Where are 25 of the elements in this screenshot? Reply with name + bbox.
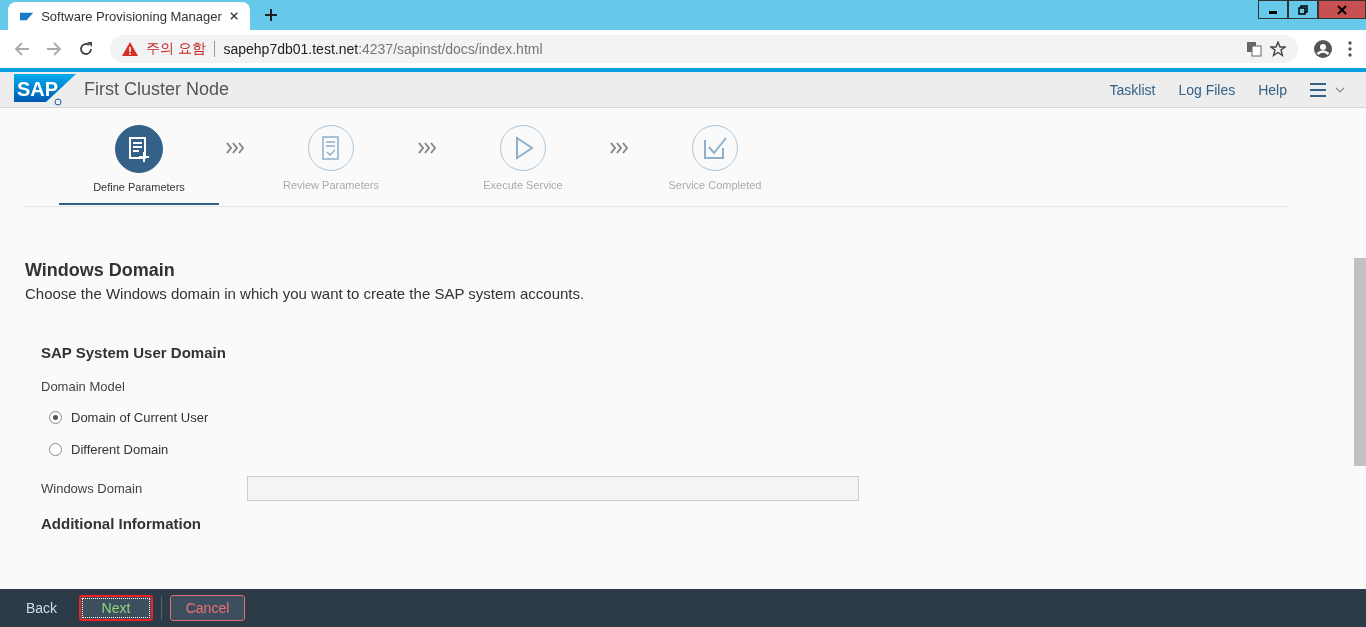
- group-title: Additional Information: [41, 515, 202, 532]
- step-label: Review Parameters: [283, 179, 379, 191]
- step-label: Service Completed: [668, 179, 762, 191]
- tab-title: Software Provisioning Manager: [41, 8, 222, 24]
- app-title: First Cluster Node: [84, 79, 230, 100]
- group-title: SAP System User Domain: [41, 344, 227, 361]
- browser-tab[interactable]: Software Provisioning Manager: [8, 2, 250, 30]
- step-label: Execute Service: [483, 179, 563, 191]
- field-label: Domain Model: [41, 379, 126, 394]
- security-warning: 주의 요함: [146, 40, 207, 58]
- address-bar[interactable]: 주의 요함 sapehp7db01.test.net:4237/sapinst/docs/index.html: [110, 35, 1298, 63]
- cancel-button[interactable]: Cancel: [170, 595, 245, 621]
- field-label: Windows Domain: [41, 481, 144, 496]
- next-button[interactable]: Next: [79, 595, 153, 621]
- section-title: Windows Domain: [25, 260, 176, 281]
- radio-option[interactable]: Domain of Current User: [49, 408, 1313, 426]
- step-label: Define Parameters: [93, 181, 185, 193]
- wizard-step[interactable]: Define Parameters: [59, 108, 219, 205]
- section-description: Choose the Windows domain in which you want to create the SAP system accounts.: [25, 285, 586, 302]
- url-text: sapehp7db01.test.net:4237/sapinst/docs/index.html: [223, 41, 543, 57]
- header-link[interactable]: Help: [1258, 81, 1287, 98]
- radio-option[interactable]: Different Domain: [49, 440, 1313, 458]
- back-button[interactable]: Back: [13, 595, 71, 621]
- header-link[interactable]: Log Files: [1178, 81, 1236, 98]
- header-link[interactable]: Tasklist: [1109, 81, 1156, 98]
